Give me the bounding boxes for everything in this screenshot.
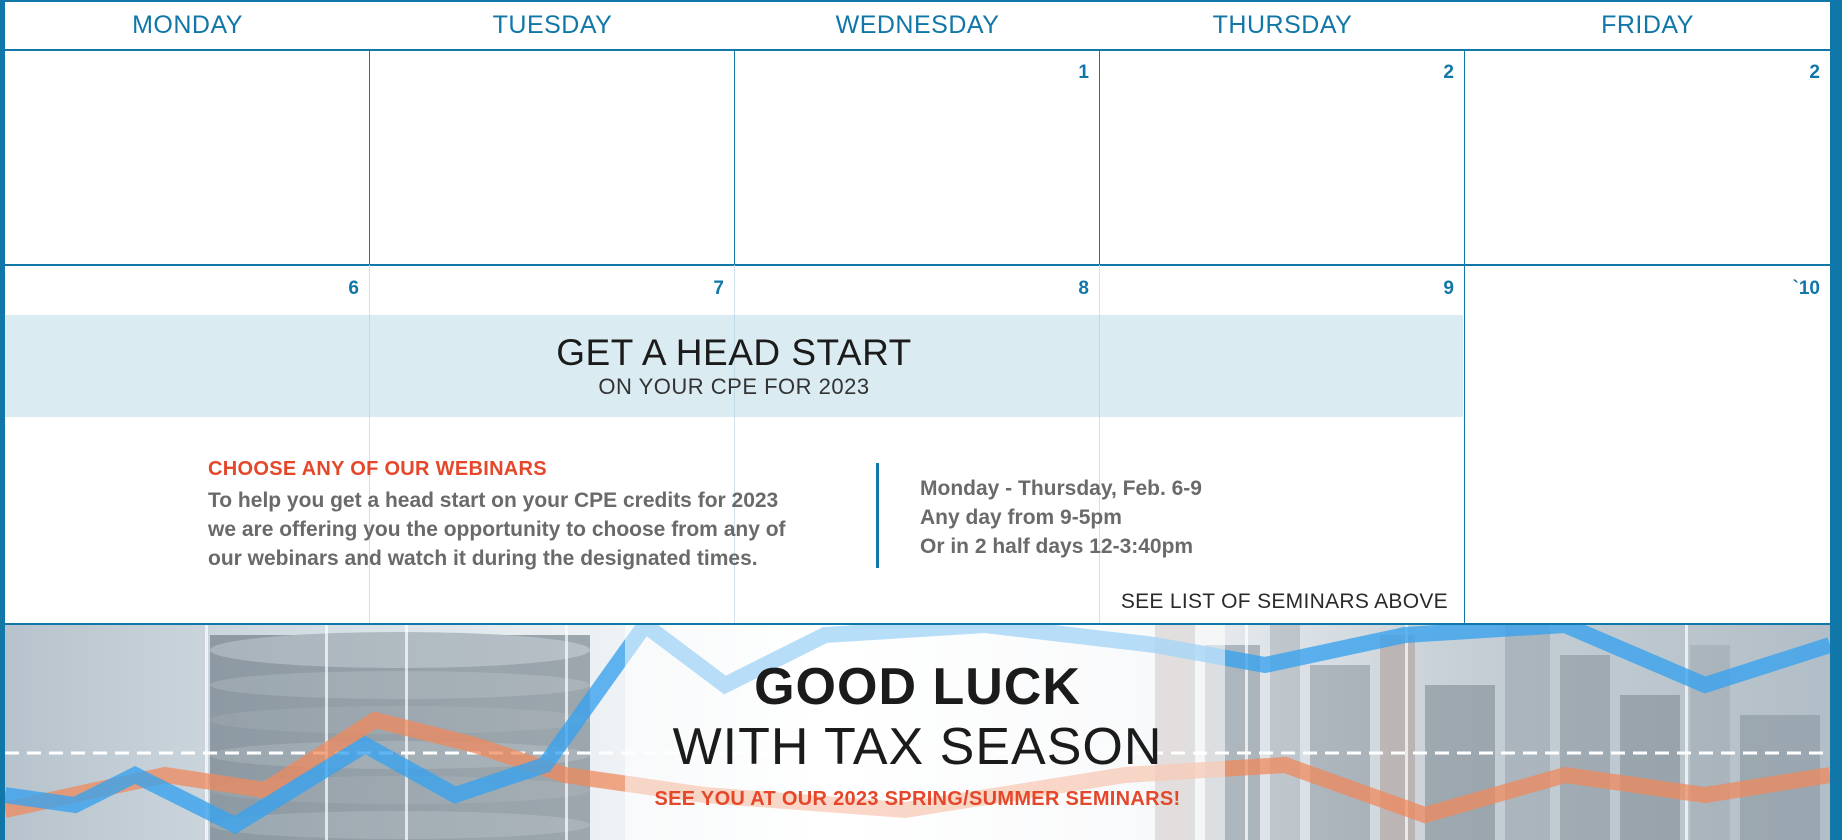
promo-line: we are offering you the opportunity to c… [208, 518, 786, 541]
promo-heading: CHOOSE ANY OF OUR WEBINARS [208, 458, 547, 480]
footer-see-you: SEE YOU AT OUR 2023 SPRING/SUMMER SEMINA… [654, 788, 1181, 810]
day-header-monday: MONDAY [132, 11, 243, 39]
day-cell: 1 [735, 49, 1100, 264]
date-number: 7 [713, 278, 724, 299]
promo-line: To help you get a head start on your CPE… [208, 489, 779, 512]
vertical-divider [876, 463, 879, 568]
date-number: 2 [1443, 62, 1454, 83]
head-start-banner: GET A HEAD START ON YOUR CPE FOR 2023 [5, 315, 1463, 417]
schedule-line: Or in 2 half days 12-3:40pm [920, 535, 1194, 558]
weekday-header: MONDAY TUESDAY WEDNESDAY THURSDAY FRIDAY [5, 2, 1830, 51]
footer-tax-season: WITH TAX SEASON [672, 718, 1163, 776]
footer-banner: GOOD LUCK WITH TAX SEASON SEE YOU AT OUR… [5, 625, 1830, 840]
date-number: 9 [1443, 278, 1454, 299]
promo-body: To help you get a head start on your CPE… [208, 486, 868, 573]
date-number: `10 [1792, 278, 1820, 299]
frame-right-border [1830, 0, 1842, 840]
day-cell: 2 [1465, 49, 1830, 264]
footer-good-luck: GOOD LUCK [754, 658, 1081, 716]
webinar-promo: CHOOSE ANY OF OUR WEBINARS To help you g… [208, 458, 868, 573]
day-cell: 2 [1100, 49, 1465, 264]
day-header-thursday: THURSDAY [1212, 11, 1353, 39]
schedule-line: Any day from 9-5pm [920, 506, 1122, 529]
day-header-wednesday: WEDNESDAY [835, 11, 1000, 39]
day-cell [370, 49, 735, 264]
calendar-page: MONDAY TUESDAY WEDNESDAY THURSDAY FRIDAY… [0, 0, 1842, 840]
banner-subtitle: ON YOUR CPE FOR 2023 [598, 374, 870, 399]
date-number: 1 [1078, 62, 1089, 83]
day-cell: `10 [1465, 265, 1830, 623]
schedule-line: Monday - Thursday, Feb. 6-9 [920, 477, 1202, 500]
date-number: 8 [1078, 278, 1089, 299]
day-header-friday: FRIDAY [1601, 11, 1694, 39]
banner-title: GET A HEAD START [556, 332, 912, 373]
day-cell [5, 49, 370, 264]
date-number: 6 [348, 278, 359, 299]
schedule-info: Monday - Thursday, Feb. 6-9 Any day from… [920, 474, 1340, 561]
see-seminars-note: SEE LIST OF SEMINARS ABOVE [1120, 590, 1448, 613]
day-header-tuesday: TUESDAY [492, 11, 613, 39]
week-row-1: 1 2 2 [5, 49, 1830, 266]
promo-line: our webinars and watch it during the des… [208, 547, 758, 570]
date-number: 2 [1809, 62, 1820, 83]
